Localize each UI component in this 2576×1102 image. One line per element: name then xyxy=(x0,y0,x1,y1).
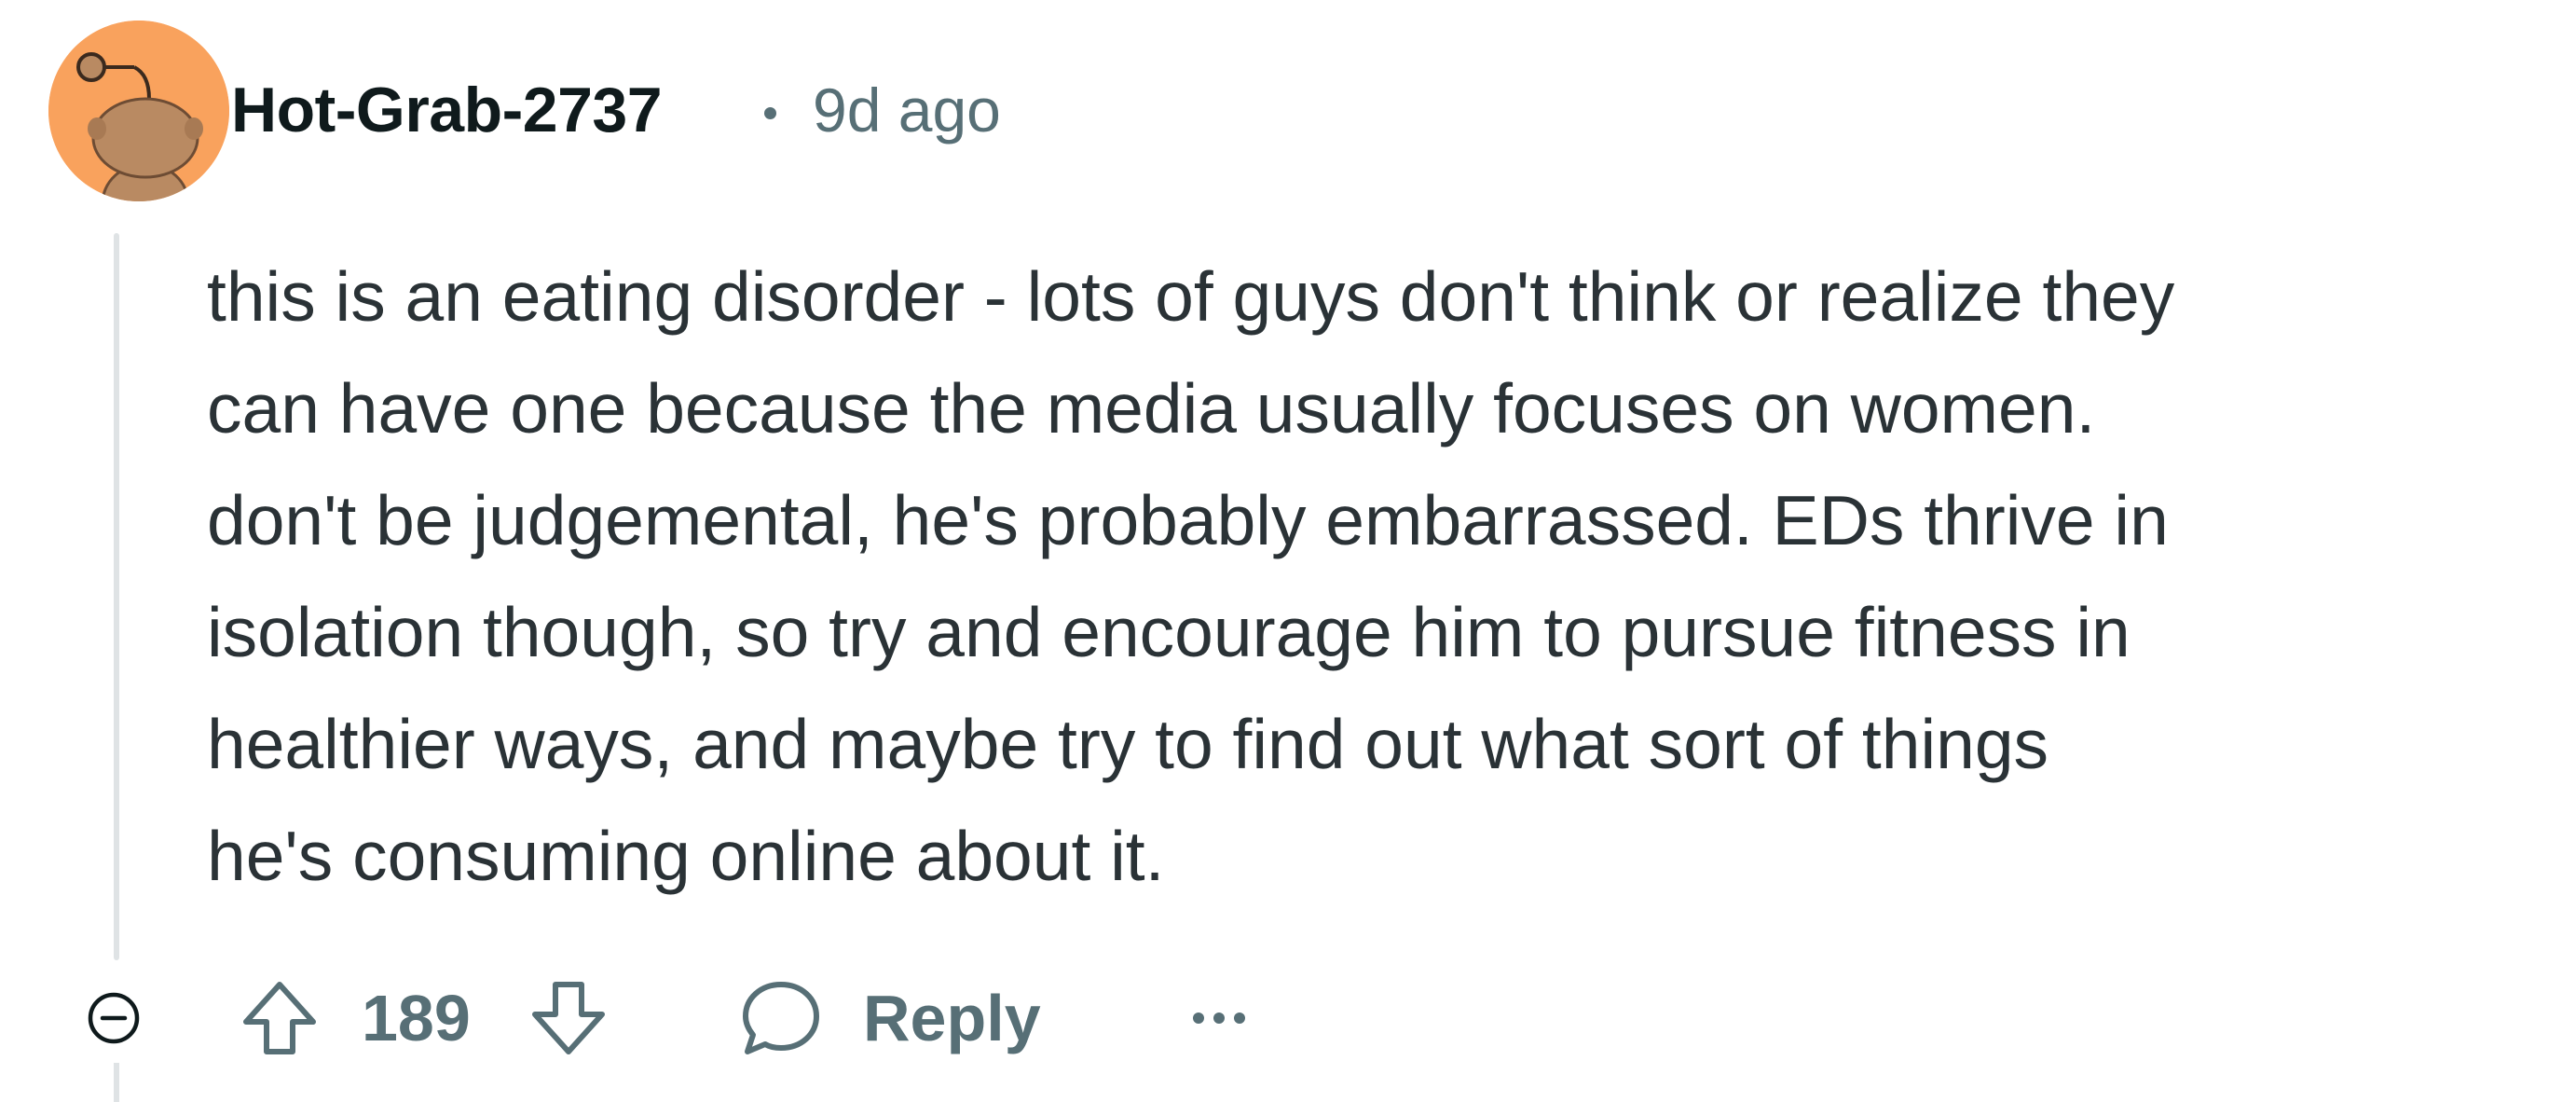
comment-body-line: he's consuming online about it. xyxy=(207,817,1165,895)
thread-line[interactable] xyxy=(114,233,119,960)
collapse-icon xyxy=(88,992,140,1044)
speech-bubble-icon xyxy=(743,982,819,1054)
comment-actions-bar: 189 Reply xyxy=(67,971,1372,1065)
ellipsis-icon xyxy=(1193,1012,1245,1024)
comment-body-line: isolation though, so try and encourage h… xyxy=(207,593,2131,671)
comment-body-line: this is an eating disorder - lots of guy… xyxy=(207,257,2175,336)
avatar[interactable] xyxy=(48,21,229,201)
comment-timestamp[interactable]: 9d ago xyxy=(813,73,1001,147)
comment: Hot-Grab-2737 9d ago this is an eating d… xyxy=(0,0,2576,1102)
upvote-arrow-icon xyxy=(243,982,316,1054)
reply-label: Reply xyxy=(863,982,1041,1054)
comment-body: this is an eating disorder - lots of guy… xyxy=(207,241,2565,912)
comment-body-line: can have one because the media usually f… xyxy=(207,369,2096,448)
downvote-arrow-icon xyxy=(532,982,605,1054)
upvote-button[interactable] xyxy=(235,971,324,1065)
author-username[interactable]: Hot-Grab-2737 xyxy=(231,73,663,147)
more-options-button[interactable] xyxy=(1182,990,1256,1046)
collapse-thread-button[interactable] xyxy=(67,971,160,1065)
vote-count: 189 xyxy=(362,982,471,1054)
comment-body-line: don't be judgemental, he's probably emba… xyxy=(207,481,2169,559)
thread-line-continuation[interactable] xyxy=(114,1063,119,1102)
reply-button[interactable]: Reply xyxy=(734,971,1126,1065)
separator-dot xyxy=(764,107,776,119)
snoo-avatar-icon xyxy=(48,21,229,201)
downvote-button[interactable] xyxy=(524,971,613,1065)
comment-body-line: healthier ways, and maybe try to find ou… xyxy=(207,705,2049,783)
